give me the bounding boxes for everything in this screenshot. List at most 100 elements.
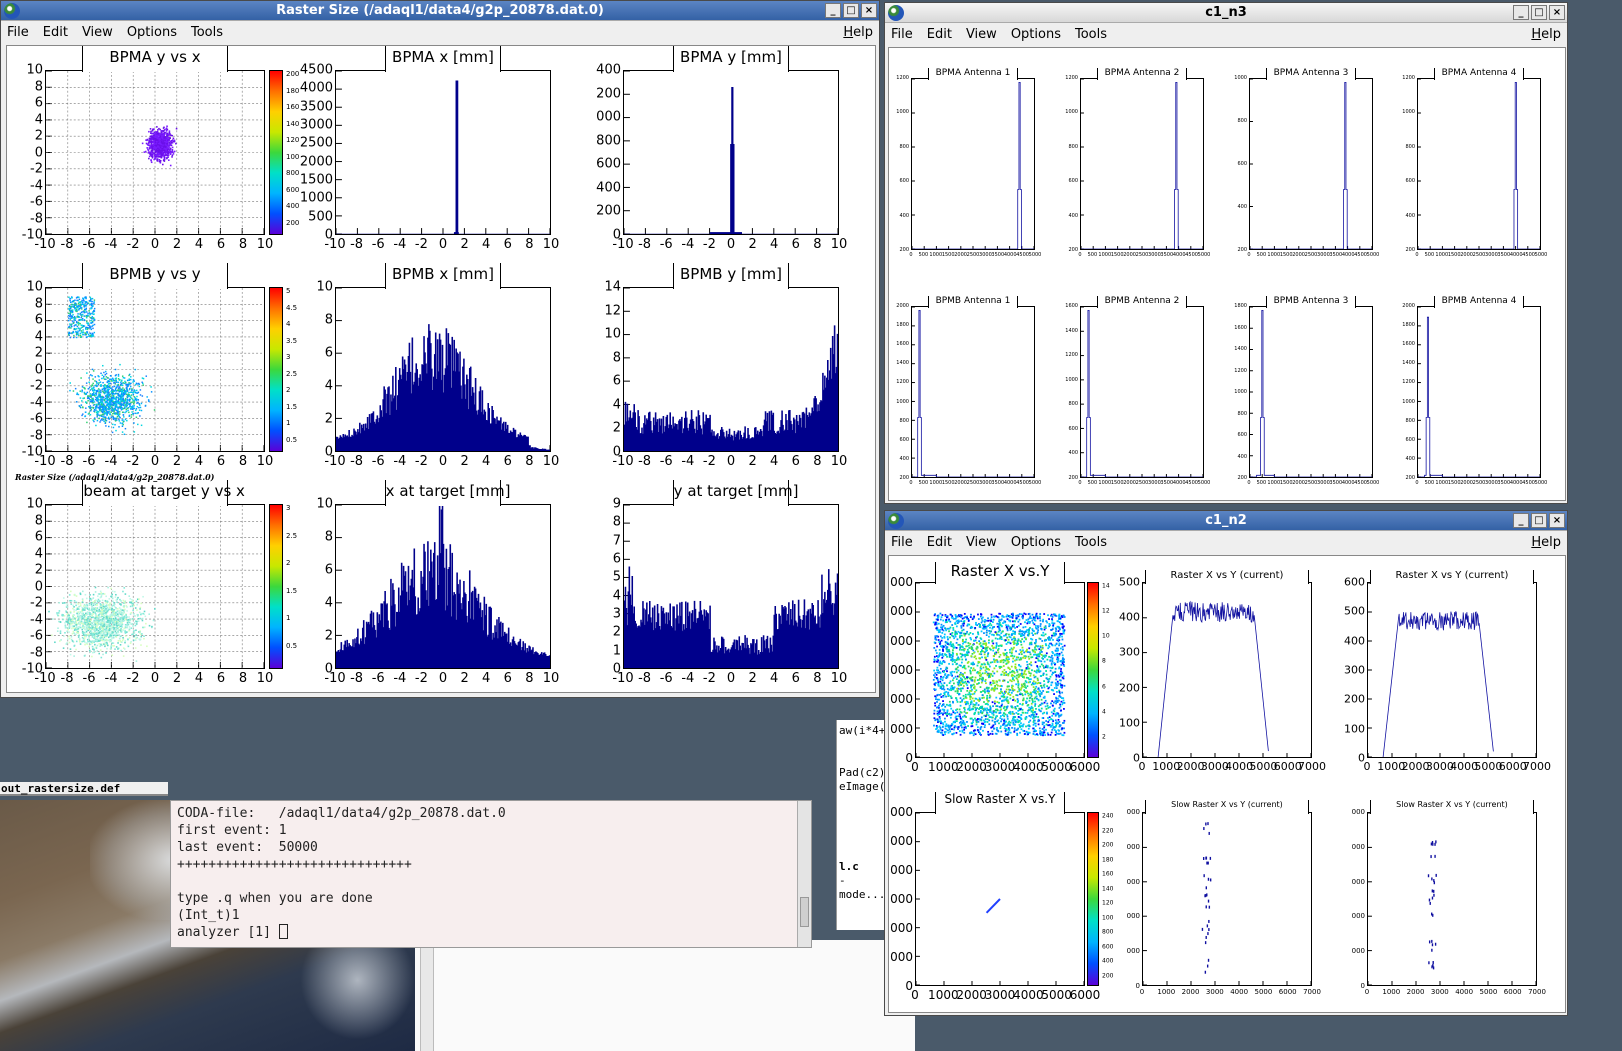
x-tick-label: 4000 [1003,480,1017,486]
plot-pad: 1200 1000 800 600 400 200 0 500 1000 1500 2000 2500… [896,68,1041,258]
menu-file[interactable]: File [7,25,29,40]
y-tick-label: 1600 [1065,303,1078,309]
terminal-scrollbar[interactable] [797,801,811,947]
window-titlebar[interactable]: Raster Size (/adaql1/data4/g2p_20878.dat… [1,1,879,21]
x-tick-label: 6 [216,671,226,686]
x-tick-label: 2500 [1304,252,1318,258]
x-tick-label: 0 [1364,988,1370,996]
x-axis: -10 -8 -6 -4 -2 0 2 4 6 8 10 [324,454,559,469]
x-tick-label: 2500 [1135,252,1149,258]
plot-title-box: Slow Raster X vs Y (current) [1370,800,1534,814]
color-scale [269,504,283,669]
menu-options[interactable]: Options [1011,535,1061,550]
menu-view[interactable]: View [82,25,113,40]
close-button[interactable]: × [1549,5,1565,20]
y-tick-label: 600 [596,156,621,172]
menu-file[interactable]: File [891,27,913,42]
menu-file[interactable]: File [891,535,913,550]
plot-title: x at target [mm] [385,482,511,500]
x-tick-label: 4 [770,237,779,252]
x-tick-label: 8 [813,671,822,686]
menu-help[interactable]: Help [1531,24,1561,46]
y-tick-label: 800 [1237,118,1247,124]
menu-bar: File Edit View Options Tools Help [1,22,879,44]
y-tick-label: 000 [890,863,913,877]
maximize-button[interactable]: □ [843,3,859,18]
root-canvas[interactable]: 000 000 000 000 000 000 0 0 1000 2000 3000 4000 5000… [888,555,1566,1013]
c1-n3-window[interactable]: c1_n3 _ □ × File Edit View Options Tools Hel… [884,2,1568,504]
menu-edit[interactable]: Edit [927,27,952,42]
y-tick-label: 8 [324,529,333,545]
y-tick-label: 3000 [299,117,333,133]
minimize-button[interactable]: _ [1513,513,1529,528]
plot-frame [1249,78,1373,250]
x-tick-label: -8 [60,454,74,469]
y-tick-label: 400 [596,62,621,78]
z-tick-label: 140 [286,119,300,128]
y-tick-label: 000 [1126,912,1140,921]
x-tick-label: 4000 [1172,252,1186,258]
window-titlebar[interactable]: c1_n3 _ □ × [885,3,1567,23]
menu-options[interactable]: Options [127,25,177,40]
root-app-icon[interactable] [888,513,904,529]
y-tick-label: 8 [612,514,621,530]
x-tick-label: 3500 [991,480,1005,486]
plot-pad: 500 400 300 200 100 0 0 1000 2000 3000 4000 5000 600… [1119,570,1326,773]
analyzer-terminal[interactable]: CODA-file: /adaql1/data4/g2p_20878.dat.0… [170,800,812,948]
x-tick-label: 1000 [1267,480,1281,486]
x-tick-label: 4 [482,671,491,686]
minimize-button[interactable]: _ [825,3,841,18]
root-canvas[interactable]: 10 8 6 4 2 0 -2 -4 -6 -8 -10 -10 -8 -6 -4 -2 0 2 4 6 8 10 BPMA… [6,45,876,693]
x-tick-label: -8 [60,237,74,252]
menu-tools[interactable]: Tools [1075,27,1107,42]
x-tick-label: -4 [104,454,118,469]
y-tick-label: 000 [1351,808,1365,816]
y-tick-label: 000 [1126,842,1140,851]
root-app-icon[interactable] [4,3,20,19]
root-app-icon[interactable] [888,5,904,21]
raster-size-window[interactable]: Raster Size (/adaql1/data4/g2p_20878.dat… [0,0,880,698]
menu-view[interactable]: View [966,535,997,550]
root-canvas[interactable]: 1200 1000 800 600 400 200 0 500 1000 1500 2000 2500… [888,47,1566,501]
x-axis: 0 1000 2000 3000 4000 5000 6000 7000 [1364,988,1546,1002]
y-tick-label: -2 [30,161,43,177]
plot-title-box: Slow Raster X vs.Y [935,792,1065,814]
menu-edit[interactable]: Edit [927,535,952,550]
terminal-line: first event: 1 [177,823,287,838]
window-titlebar[interactable]: c1_n2 _ □ × [885,511,1567,531]
close-button[interactable]: × [1549,513,1565,528]
x-axis: 0 1000 2000 3000 4000 5000 6000 7000 [1140,988,1321,1002]
plot-title-box: BPMB Antenna 2 [1097,296,1187,308]
x-tick-label: 2000 [1460,252,1473,258]
x-tick-label: 3000 [1148,480,1161,486]
plot-title: Slow Raster X vs Y (current) [1171,800,1283,809]
menu-help[interactable]: Help [1531,532,1561,554]
y-tick-label: -8 [30,428,43,443]
maximize-button[interactable]: □ [1531,513,1547,528]
menu-help[interactable]: Help [843,22,873,44]
x-tick-label: 3500 [1497,252,1511,258]
y-tick-label: 200 [1344,692,1365,706]
menu-view[interactable]: View [966,27,997,42]
minimize-button[interactable]: _ [1513,5,1529,20]
plot-frame [915,812,1085,986]
y-tick-label: 000 [890,575,913,589]
plot-title-box: BPMB x [mm] [384,263,502,289]
x-tick-label: 0 [726,454,736,469]
menu-tools[interactable]: Tools [1075,535,1107,550]
plot-title: BPMA Antenna 4 [1441,68,1517,78]
x-tick-label: 1000 [928,988,959,1002]
window-title: c1_n3 [1205,5,1247,20]
plot-frame [1417,78,1541,250]
menu-options[interactable]: Options [1011,27,1061,42]
menu-edit[interactable]: Edit [43,25,68,40]
macro-file-label[interactable]: out_rastersize.def [0,782,168,796]
close-button[interactable]: × [861,3,877,18]
c1-n2-window[interactable]: c1_n2 _ □ × File Edit View Options Tools Hel… [884,510,1568,1016]
x-tick-label: 7000 [1523,760,1551,773]
plot-title: BPMA Antenna 2 [1104,68,1180,78]
y-tick-label: 400 [1405,455,1415,462]
menu-tools[interactable]: Tools [191,25,223,40]
maximize-button[interactable]: □ [1531,5,1547,20]
x-tick-label: 2500 [1304,480,1318,486]
